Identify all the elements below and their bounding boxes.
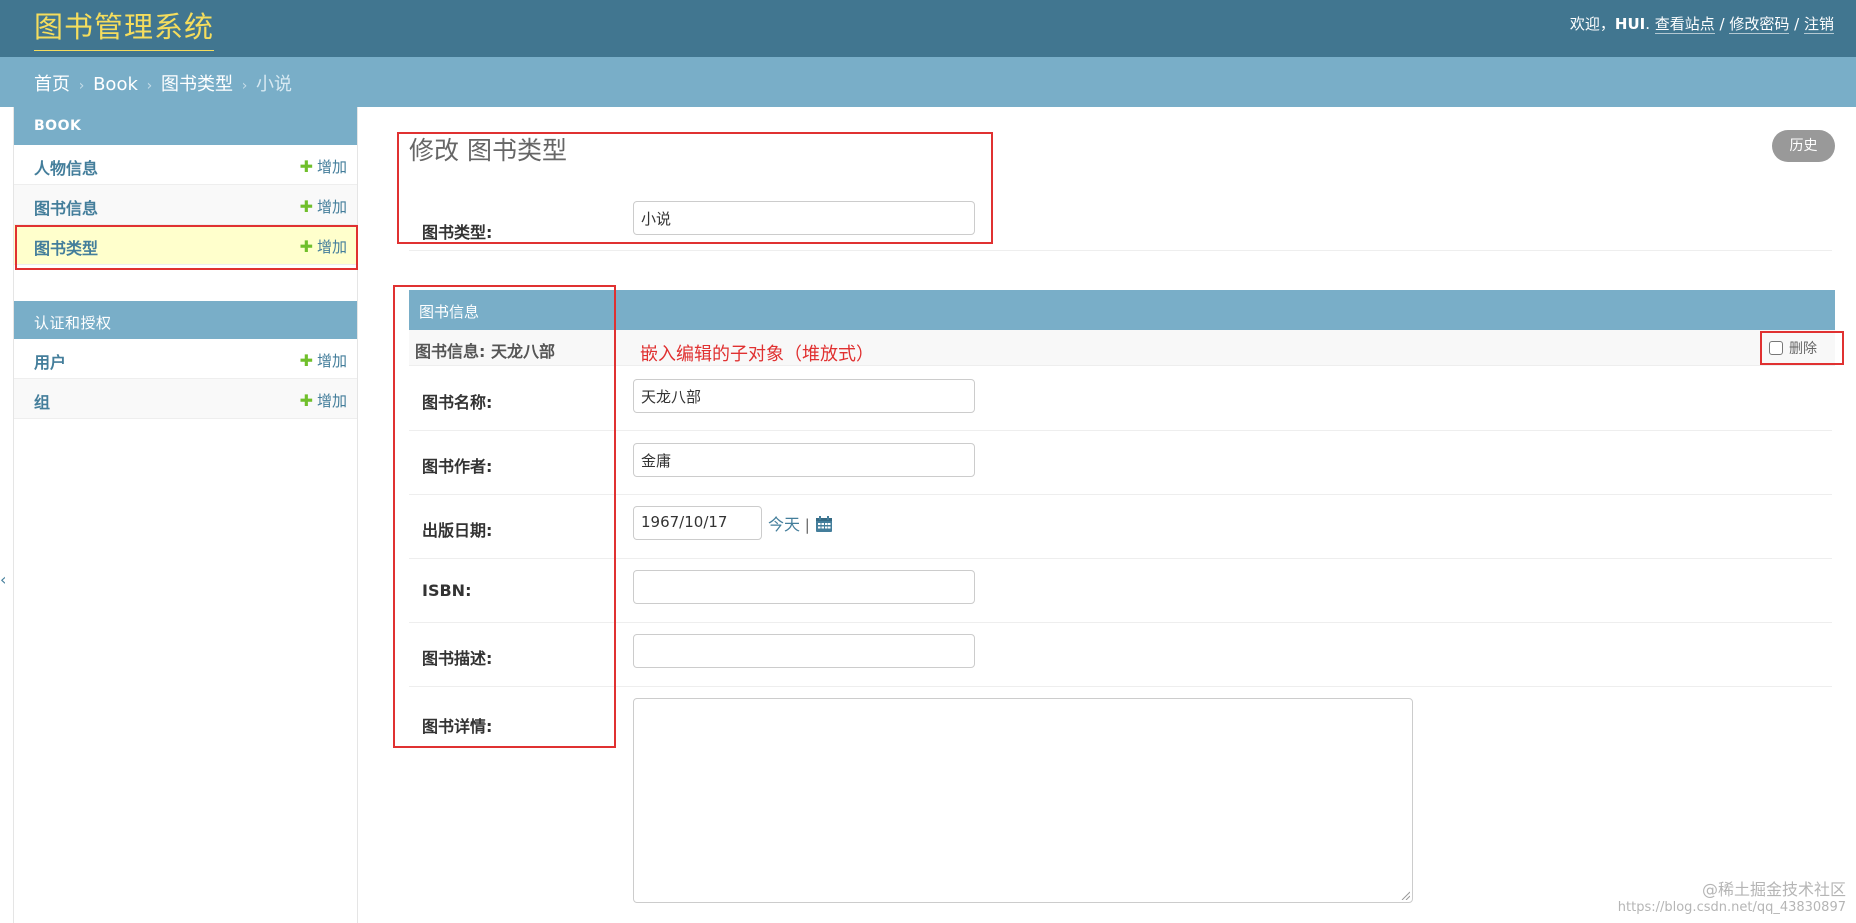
watermark-line2: https://blog.csdn.net/qq_43830897	[1617, 900, 1846, 915]
site-title[interactable]: 图书管理系统	[34, 4, 215, 51]
plus-icon: ✚	[299, 157, 313, 176]
annotation-text: 嵌入编辑的子对象（堆放式）	[640, 344, 874, 365]
add-label: 增加	[316, 392, 347, 410]
breadcrumb: 首页 › Book › 图书类型 › 小说	[0, 57, 1856, 107]
inline-object-header: 图书信息: 天龙八部 删除	[409, 330, 1835, 366]
breadcrumb-current: 小说	[256, 74, 293, 95]
separator: /	[1714, 15, 1730, 33]
module-spacer	[14, 265, 357, 301]
change-password-link[interactable]: 修改密码	[1729, 15, 1790, 34]
isbn-input[interactable]	[633, 570, 975, 604]
annotation-box-sidebar	[15, 225, 358, 270]
add-user-link[interactable]: ✚ 增加	[300, 350, 347, 371]
resize-grip-icon[interactable]	[1400, 890, 1410, 900]
header-bar: 图书管理系统 欢迎，HUI. 查看站点 / 修改密码 / 注销	[0, 0, 1856, 57]
breadcrumb-separator: ›	[146, 78, 153, 94]
form-row-pubdate: 出版日期:	[409, 495, 1832, 559]
date-shortcuts: 今天 |	[768, 511, 833, 535]
book-name-input[interactable]: 天龙八部	[633, 379, 975, 413]
calendar-icon[interactable]	[815, 515, 833, 533]
today-link[interactable]: 今天	[768, 515, 800, 534]
history-button[interactable]: 历史	[1772, 130, 1835, 162]
sidebar-item-groups[interactable]: 组 ✚ 增加	[14, 379, 357, 419]
sidebar-item-label[interactable]: 人物信息	[34, 155, 98, 179]
form-row-author: 图书作者:	[409, 431, 1832, 495]
add-label: 增加	[316, 352, 347, 370]
annotation-box-delete	[1760, 331, 1844, 365]
breadcrumb-app[interactable]: Book	[93, 74, 138, 95]
module-caption-auth[interactable]: 认证和授权	[14, 301, 357, 339]
module-caption-book[interactable]: BOOK	[14, 107, 357, 145]
separator: /	[1789, 15, 1804, 33]
book-desc-input[interactable]	[633, 634, 975, 668]
breadcrumb-model[interactable]: 图书类型	[161, 74, 233, 95]
plus-icon: ✚	[299, 197, 313, 216]
add-person-link[interactable]: ✚ 增加	[300, 156, 347, 177]
watermark-line1: @稀土掘金技术社区	[1701, 880, 1846, 899]
welcome-text: 欢迎，	[1569, 15, 1615, 33]
sidebar-item-label[interactable]: 用户	[34, 349, 66, 373]
book-detail-textarea[interactable]	[633, 698, 1413, 903]
form-row-isbn: ISBN:	[409, 559, 1832, 623]
logout-link[interactable]: 注销	[1803, 15, 1834, 34]
plus-icon: ✚	[299, 351, 313, 370]
pipe-separator: |	[800, 516, 815, 534]
form-row-name: 图书名称:	[409, 367, 1832, 431]
sidebar-item-users[interactable]: 用户 ✚ 增加	[14, 339, 357, 379]
user-tools: 欢迎，HUI. 查看站点 / 修改密码 / 注销	[1569, 15, 1834, 34]
username: HUI	[1614, 15, 1646, 33]
collapse-sidebar-icon[interactable]: ‹	[0, 570, 6, 589]
add-group-link[interactable]: ✚ 增加	[300, 390, 347, 411]
plus-icon: ✚	[299, 391, 313, 410]
add-label: 增加	[316, 198, 347, 216]
sidebar-item-person[interactable]: 人物信息 ✚ 增加	[14, 145, 357, 185]
sidebar-item-label[interactable]: 图书信息	[34, 195, 98, 219]
annotation-box-type	[397, 132, 993, 244]
view-site-link[interactable]: 查看站点	[1654, 15, 1715, 34]
inline-group-header: 图书信息	[409, 290, 1835, 330]
form-row-desc: 图书描述:	[409, 623, 1832, 687]
add-book-link[interactable]: ✚ 增加	[300, 196, 347, 217]
breadcrumb-separator: ›	[241, 78, 248, 94]
book-author-input[interactable]: 金庸	[633, 443, 975, 477]
sidebar-item-label[interactable]: 组	[34, 389, 50, 413]
pub-date-input[interactable]: 1967/10/17	[633, 506, 762, 540]
breadcrumb-home[interactable]: 首页	[34, 74, 70, 95]
annotation-box-labels	[393, 285, 616, 748]
breadcrumb-separator: ›	[78, 78, 85, 94]
watermark: @稀土掘金技术社区 https://blog.csdn.net/qq_43830…	[1618, 881, 1846, 917]
sidebar-item-book[interactable]: 图书信息 ✚ 增加	[14, 185, 357, 225]
add-label: 增加	[316, 158, 347, 176]
